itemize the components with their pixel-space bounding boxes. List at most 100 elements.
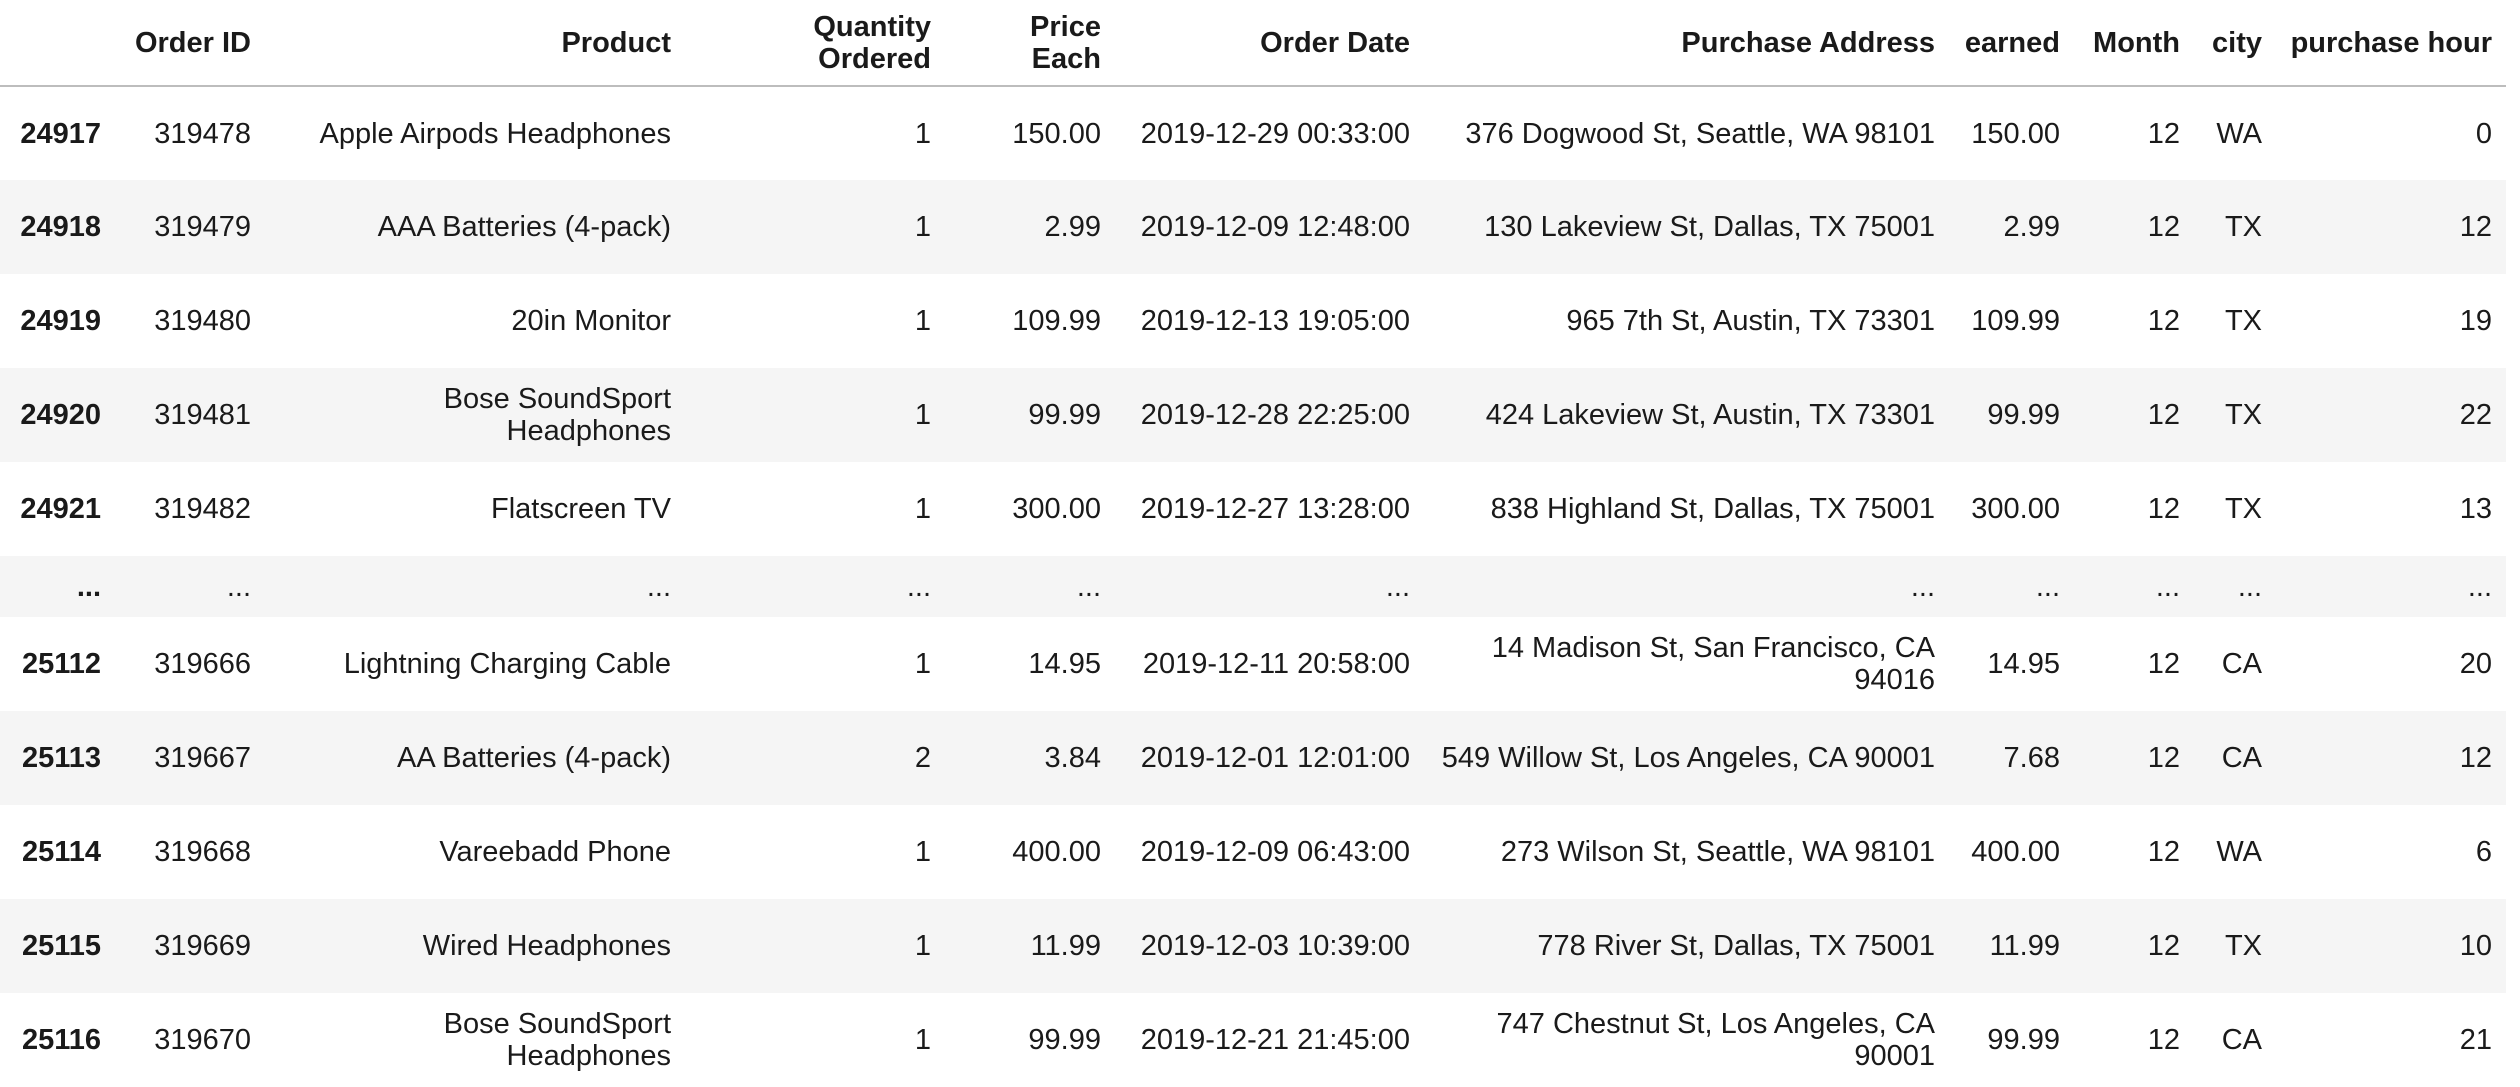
- cell-earned: ...: [2035, 570, 2060, 603]
- cell-purchase-hour: 13: [2459, 493, 2492, 525]
- cell-purchase-hour: 19: [2459, 305, 2492, 337]
- cell-city: WA: [2216, 117, 2262, 150]
- cell-product: Vareebadd Phone: [439, 836, 671, 868]
- cell-product: ...: [646, 570, 671, 603]
- column-header-purchase-hour: purchase hour: [2276, 0, 2506, 87]
- cell-purchase-address: 130 Lakeview St, Dallas, TX 75001: [1484, 211, 1935, 243]
- cell-product: Bose SoundSport Headphones: [443, 1008, 671, 1072]
- cell-quantity-ordered: 1: [914, 493, 931, 525]
- cell-earned: 11.99: [1989, 930, 2060, 962]
- row-index: 25114: [21, 836, 101, 868]
- cell-city: TX: [2224, 211, 2262, 243]
- cell-order-id: 319668: [154, 836, 251, 868]
- cell-purchase-hour: 22: [2459, 399, 2492, 431]
- cell-product: AA Batteries (4-pack): [397, 742, 671, 774]
- row-index: 24917: [20, 117, 101, 150]
- column-header-earned: earned: [1949, 0, 2074, 87]
- cell-quantity-ordered: 1: [914, 117, 931, 150]
- row-index: 25116: [21, 1024, 101, 1056]
- cell-city: TX: [2224, 493, 2262, 525]
- cell-purchase-hour: 6: [2475, 836, 2492, 868]
- cell-city: CA: [2221, 648, 2262, 680]
- cell-month: 12: [2147, 493, 2180, 525]
- cell-month: 12: [2147, 1024, 2180, 1056]
- cell-city: WA: [2216, 836, 2262, 868]
- cell-month: 12: [2147, 930, 2180, 962]
- column-header-purchase-address: Purchase Address: [1424, 0, 1949, 87]
- dataframe-table: Order ID Product Quantity Ordered Price …: [0, 0, 2506, 1087]
- cell-purchase-address: 424 Lakeview St, Austin, TX 73301: [1485, 399, 1935, 431]
- header-row: Order ID Product Quantity Ordered Price …: [0, 0, 2506, 87]
- cell-order-id: 319478: [154, 117, 251, 150]
- cell-order-id: 319479: [154, 211, 251, 243]
- table-row: 25113 319667 AA Batteries (4-pack) 2 3.84 201…: [0, 711, 2506, 805]
- cell-earned: 99.99: [1987, 399, 2060, 431]
- cell-month: 12: [2147, 399, 2180, 431]
- table-row: 25114 319668 Vareebadd Phone 1 400.00 2019-12…: [0, 805, 2506, 899]
- cell-quantity-ordered: 1: [914, 836, 931, 868]
- cell-purchase-address: 549 Willow St, Los Angeles, CA 90001: [1441, 742, 1935, 774]
- cell-price-each: 400.00: [1012, 836, 1101, 868]
- cell-month: 12: [2147, 117, 2180, 150]
- cell-quantity-ordered: 1: [914, 648, 931, 680]
- cell-order-date: 2019-12-09 06:43:00: [1140, 836, 1410, 868]
- cell-order-id: 319667: [154, 742, 251, 774]
- cell-purchase-address: ...: [1910, 570, 1935, 603]
- row-index: 25115: [21, 930, 101, 962]
- cell-earned: 109.99: [1971, 305, 2060, 337]
- row-index: 25112: [21, 648, 101, 680]
- cell-purchase-address: 747 Chestnut St, Los Angeles, CA 90001: [1496, 1008, 1936, 1072]
- cell-order-date: 2019-12-29 00:33:00: [1140, 117, 1410, 150]
- cell-price-each: 2.99: [1044, 211, 1101, 243]
- cell-purchase-address: 778 River St, Dallas, TX 75001: [1537, 930, 1935, 962]
- cell-purchase-address: 838 Highland St, Dallas, TX 75001: [1490, 493, 1935, 525]
- table-row: 25112 319666 Lightning Charging Cable 1 14.9…: [0, 617, 2506, 711]
- cell-order-date: 2019-12-01 12:01:00: [1140, 742, 1410, 774]
- cell-purchase-hour: 0: [2475, 117, 2492, 150]
- cell-purchase-hour: ...: [2467, 570, 2492, 603]
- cell-order-id: 319481: [154, 399, 251, 431]
- column-header-index: [0, 0, 115, 87]
- cell-order-date: 2019-12-11 20:58:00: [1142, 648, 1410, 680]
- cell-city: TX: [2224, 399, 2262, 431]
- cell-product: Flatscreen TV: [491, 493, 671, 525]
- column-header-product: Product: [265, 0, 685, 87]
- cell-price-each: 14.95: [1028, 648, 1101, 680]
- cell-purchase-hour: 21: [2459, 1024, 2492, 1056]
- cell-purchase-address: 14 Madison St, San Francisco, CA 94016: [1491, 632, 1935, 696]
- row-index: 25113: [21, 742, 101, 774]
- cell-product: 20in Monitor: [511, 305, 671, 337]
- row-index: 24920: [20, 399, 101, 431]
- cell-quantity-ordered: 1: [914, 211, 931, 243]
- cell-order-date: ...: [1385, 570, 1410, 603]
- table-row: 24919 319480 20in Monitor 1 109.99 2019-12-13…: [0, 274, 2506, 368]
- row-index: ...: [76, 570, 101, 603]
- cell-product: Wired Headphones: [422, 930, 671, 962]
- cell-order-date: 2019-12-27 13:28:00: [1140, 493, 1410, 525]
- cell-month: 12: [2147, 305, 2180, 337]
- cell-product: Lightning Charging Cable: [343, 648, 671, 680]
- cell-earned: 400.00: [1971, 836, 2060, 868]
- cell-quantity-ordered: 1: [914, 399, 931, 431]
- cell-city: CA: [2221, 742, 2262, 774]
- cell-earned: 14.95: [1987, 648, 2060, 680]
- cell-purchase-hour: 12: [2459, 211, 2492, 243]
- cell-quantity-ordered: ...: [906, 570, 931, 603]
- cell-order-id: 319480: [154, 305, 251, 337]
- column-header-order-id: Order ID: [115, 0, 265, 87]
- cell-earned: 300.00: [1971, 493, 2060, 525]
- cell-order-date: 2019-12-21 21:45:00: [1140, 1024, 1410, 1056]
- cell-product: AAA Batteries (4-pack): [377, 211, 671, 243]
- cell-city: TX: [2224, 305, 2262, 337]
- cell-order-id: ...: [226, 570, 251, 603]
- cell-city: TX: [2224, 930, 2262, 962]
- cell-product: Bose SoundSport Headphones: [443, 383, 671, 447]
- cell-price-each: 99.99: [1028, 399, 1101, 431]
- table-row: 24917 319478 Apple Airpods Headphones 1 150.…: [0, 86, 2506, 180]
- cell-price-each: 3.84: [1044, 742, 1101, 774]
- cell-order-id: 319482: [154, 493, 251, 525]
- cell-purchase-address: 965 7th St, Austin, TX 73301: [1566, 305, 1935, 337]
- cell-earned: 150.00: [1971, 117, 2060, 150]
- column-header-month: Month: [2074, 0, 2194, 87]
- cell-earned: 7.68: [2003, 742, 2060, 774]
